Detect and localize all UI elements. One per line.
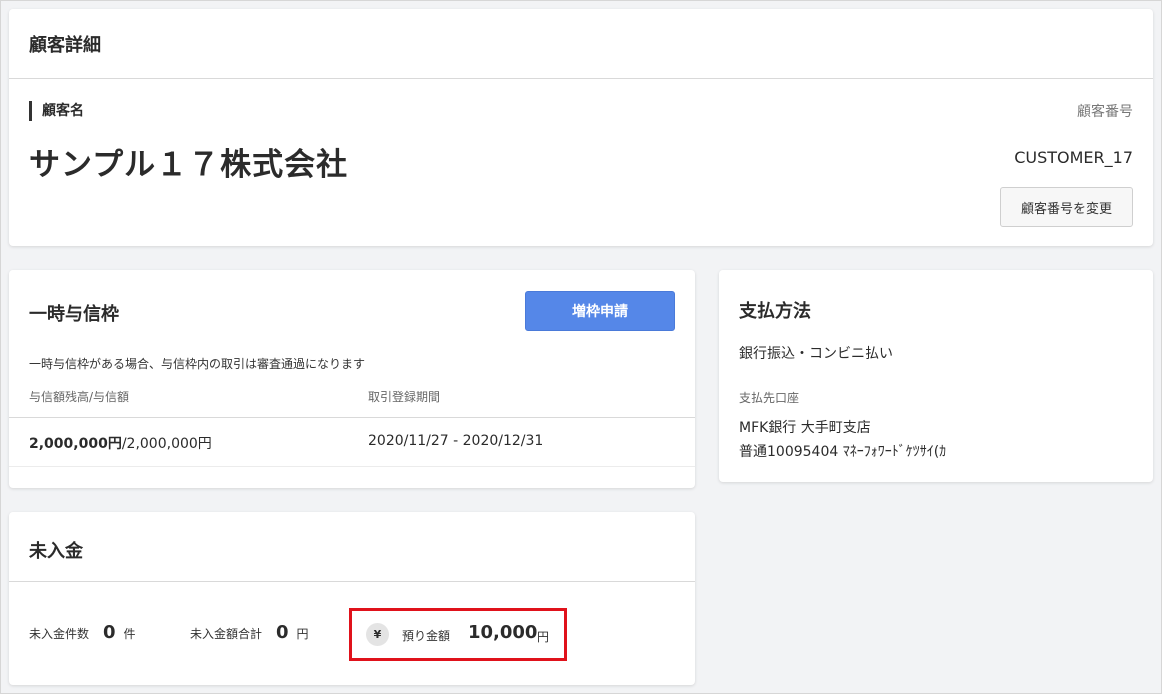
unpaid-count-label: 未入金件数: [29, 627, 90, 641]
unpaid-count-value: 0: [103, 622, 116, 643]
credit-balance-value: 2,000,000円/2,000,000円: [29, 433, 212, 453]
payment-account-label: 支払先口座: [739, 391, 800, 405]
increase-limit-button[interactable]: 増枠申請: [525, 291, 675, 331]
payment-method-value: 銀行振込・コンビニ払い: [739, 346, 893, 362]
credit-period-value: 2020/11/27 - 2020/12/31: [368, 433, 544, 449]
credit-table-divider: [9, 417, 695, 418]
deposit-value: 10,000: [468, 622, 538, 643]
temp-credit-card: 一時与信枠 増枠申請 一時与信枠がある場合、与信枠内の取引は審査通過になります …: [9, 270, 695, 488]
unpaid-count-stat: 未入金件数 0 件: [29, 622, 136, 643]
customer-detail-card: 顧客詳細 顧客名 サンプル１７株式会社 顧客番号 CUSTOMER_17 顧客番…: [9, 9, 1153, 246]
unpaid-header: 未入金: [9, 512, 695, 582]
credit-balance-total: /2,000,000円: [121, 436, 212, 452]
deposit-label: 預り金額: [402, 629, 451, 643]
unpaid-card: 未入金 未入金件数 0 件 未入金額合計 0 円 ¥ 預り金額 10,000 円: [9, 512, 695, 685]
yen-icon: ¥: [366, 623, 389, 646]
deposit-highlight: ¥ 預り金額 10,000 円: [349, 608, 567, 661]
customer-name: サンプル１７株式会社: [29, 147, 349, 183]
credit-balance-remaining: 2,000,000円: [29, 436, 122, 452]
deposit-unit: 円: [537, 630, 550, 644]
customer-number-label: 顧客番号: [1077, 104, 1133, 120]
credit-balance-column-header: 与信額残高/与信額: [29, 390, 130, 404]
customer-detail-title: 顧客詳細: [29, 35, 101, 56]
bank-name: MFK銀行 大手町支店: [739, 420, 871, 436]
customer-number-value: CUSTOMER_17: [1014, 148, 1133, 167]
temp-credit-note: 一時与信枠がある場合、与信枠内の取引は審査通過になります: [29, 357, 366, 371]
customer-name-label: 顧客名: [29, 101, 84, 121]
credit-period-column-header: 取引登録期間: [368, 390, 441, 404]
unpaid-title: 未入金: [29, 541, 83, 562]
unpaid-count-unit: 件: [123, 627, 136, 641]
change-customer-number-button[interactable]: 顧客番号を変更: [1000, 187, 1133, 227]
unpaid-total-stat: 未入金額合計 0 円: [190, 622, 309, 643]
temp-credit-title: 一時与信枠: [29, 304, 119, 325]
customer-detail-header: 顧客詳細: [9, 9, 1153, 79]
unpaid-total-label: 未入金額合計: [190, 627, 263, 641]
unpaid-total-unit: 円: [296, 627, 309, 641]
credit-row-divider: [9, 466, 695, 467]
bank-account: 普通10095404 ﾏﾈｰﾌｫﾜｰﾄﾞｹﾂｻｲ(ｶ: [739, 444, 947, 460]
payment-method-card: 支払方法 銀行振込・コンビニ払い 支払先口座 MFK銀行 大手町支店 普通100…: [719, 270, 1153, 482]
unpaid-total-value: 0: [276, 622, 289, 643]
payment-method-title: 支払方法: [739, 301, 811, 322]
